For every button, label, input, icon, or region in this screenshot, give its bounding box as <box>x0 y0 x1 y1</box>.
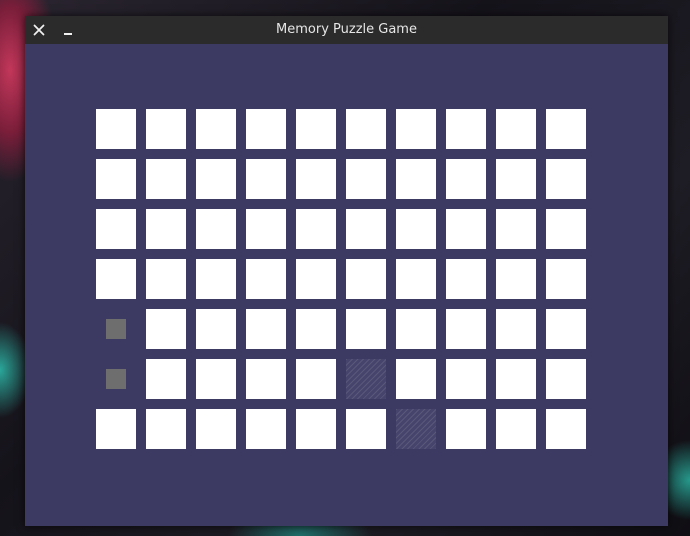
hidden-tile[interactable] <box>496 259 536 299</box>
hidden-tile[interactable] <box>146 309 186 349</box>
game-board <box>96 109 588 451</box>
hidden-tile[interactable] <box>346 259 386 299</box>
hidden-tile[interactable] <box>246 359 286 399</box>
hidden-tile[interactable] <box>546 159 586 199</box>
hidden-tile[interactable] <box>246 409 286 449</box>
hidden-tile[interactable] <box>246 309 286 349</box>
hidden-tile[interactable] <box>196 359 236 399</box>
matched-tile <box>96 359 136 399</box>
hidden-tile[interactable] <box>546 359 586 399</box>
hidden-tile[interactable] <box>446 409 486 449</box>
hidden-tile[interactable] <box>396 259 436 299</box>
hidden-tile[interactable] <box>346 159 386 199</box>
hidden-tile[interactable] <box>446 359 486 399</box>
hidden-tile[interactable] <box>246 209 286 249</box>
hidden-tile[interactable] <box>496 309 536 349</box>
hidden-tile[interactable] <box>346 409 386 449</box>
hidden-tile[interactable] <box>346 309 386 349</box>
hidden-tile[interactable] <box>246 159 286 199</box>
hidden-tile[interactable] <box>446 109 486 149</box>
hidden-tile[interactable] <box>396 209 436 249</box>
game-window: Memory Puzzle Game <box>25 16 668 526</box>
hidden-tile[interactable] <box>446 309 486 349</box>
hidden-tile[interactable] <box>196 209 236 249</box>
hidden-tile[interactable] <box>546 209 586 249</box>
hidden-tile[interactable] <box>296 209 336 249</box>
hidden-tile[interactable] <box>296 409 336 449</box>
matched-tile <box>96 309 136 349</box>
matched-marker <box>106 369 126 389</box>
hidden-tile[interactable] <box>146 409 186 449</box>
hidden-tile[interactable] <box>146 109 186 149</box>
hidden-tile[interactable] <box>396 159 436 199</box>
hidden-tile[interactable] <box>546 409 586 449</box>
hidden-tile[interactable] <box>496 409 536 449</box>
hidden-tile[interactable] <box>396 359 436 399</box>
hidden-tile[interactable] <box>196 109 236 149</box>
hidden-tile[interactable] <box>246 109 286 149</box>
hidden-tile[interactable] <box>496 359 536 399</box>
revealed-tile <box>396 409 436 449</box>
hidden-tile[interactable] <box>546 109 586 149</box>
hidden-tile[interactable] <box>346 209 386 249</box>
hidden-tile[interactable] <box>546 309 586 349</box>
hidden-tile[interactable] <box>196 409 236 449</box>
hidden-tile[interactable] <box>146 359 186 399</box>
hidden-tile[interactable] <box>446 209 486 249</box>
hidden-tile[interactable] <box>346 109 386 149</box>
hidden-tile[interactable] <box>246 259 286 299</box>
hidden-tile[interactable] <box>96 259 136 299</box>
hidden-tile[interactable] <box>96 409 136 449</box>
hidden-tile[interactable] <box>96 209 136 249</box>
hidden-tile[interactable] <box>396 109 436 149</box>
hidden-tile[interactable] <box>496 109 536 149</box>
hidden-tile[interactable] <box>196 309 236 349</box>
hidden-tile[interactable] <box>196 159 236 199</box>
hidden-tile[interactable] <box>496 159 536 199</box>
hidden-tile[interactable] <box>146 259 186 299</box>
hidden-tile[interactable] <box>146 209 186 249</box>
hidden-tile[interactable] <box>496 209 536 249</box>
matched-marker <box>106 319 126 339</box>
hidden-tile[interactable] <box>96 159 136 199</box>
window-title: Memory Puzzle Game <box>276 22 417 37</box>
hidden-tile[interactable] <box>296 359 336 399</box>
title-bar: Memory Puzzle Game <box>25 16 668 44</box>
hidden-tile[interactable] <box>296 259 336 299</box>
revealed-tile <box>346 359 386 399</box>
hidden-tile[interactable] <box>296 109 336 149</box>
hidden-tile[interactable] <box>546 259 586 299</box>
hidden-tile[interactable] <box>446 159 486 199</box>
hidden-tile[interactable] <box>96 109 136 149</box>
hidden-tile[interactable] <box>296 159 336 199</box>
hidden-tile[interactable] <box>296 309 336 349</box>
hidden-tile[interactable] <box>196 259 236 299</box>
hidden-tile[interactable] <box>446 259 486 299</box>
hidden-tile[interactable] <box>146 159 186 199</box>
hidden-tile[interactable] <box>396 309 436 349</box>
